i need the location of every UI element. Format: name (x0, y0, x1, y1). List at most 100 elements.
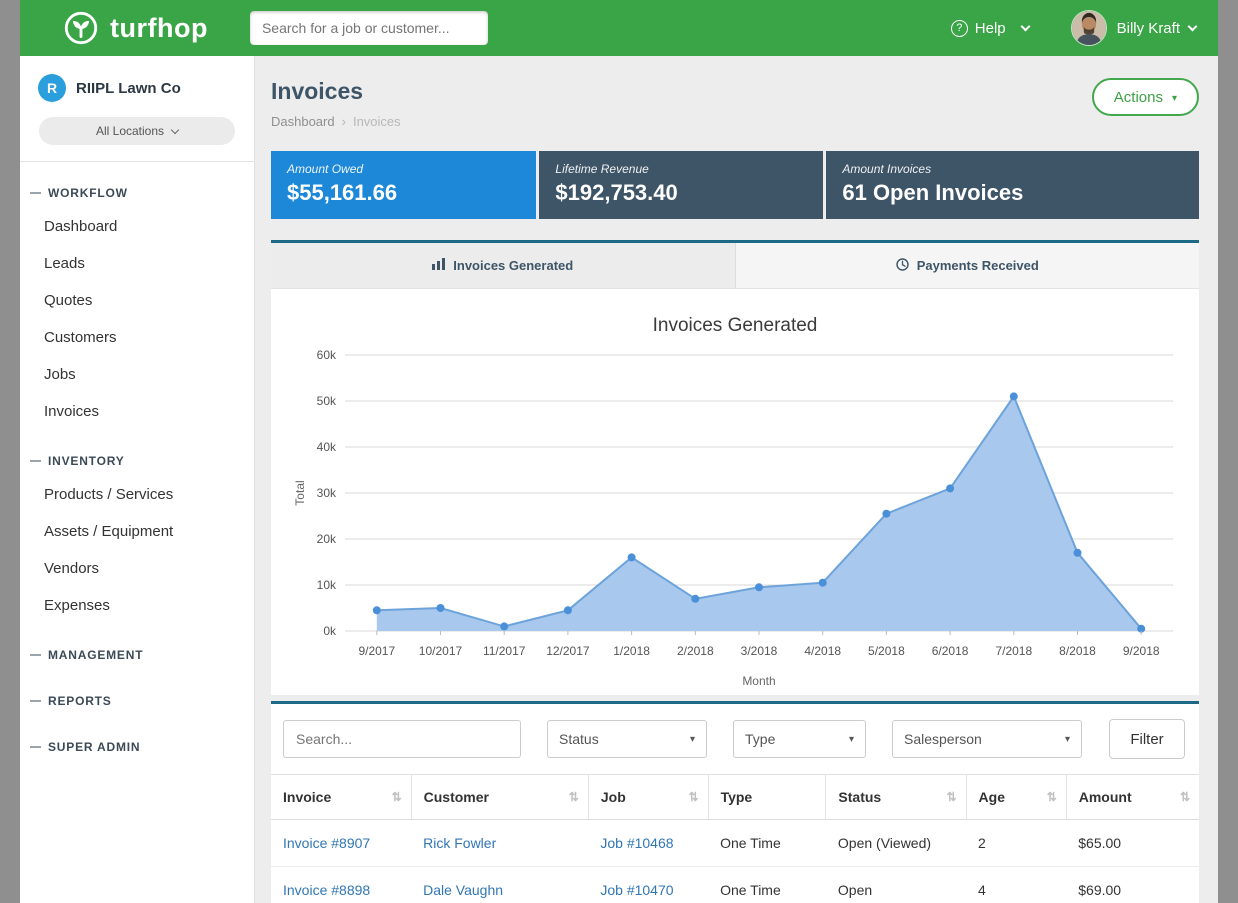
amount-cell: $69.00 (1066, 867, 1199, 903)
company-badge: R (38, 74, 66, 102)
table-body: Invoice #8907Rick FowlerJob #10468One Ti… (271, 820, 1199, 903)
breadcrumb-item-dashboard[interactable]: Dashboard (271, 114, 335, 129)
sidebar-item-products-services[interactable]: Products / Services (20, 476, 254, 513)
chevron-down-icon (171, 125, 179, 133)
table-search-input[interactable] (283, 720, 521, 758)
app-page: turfhop ? Help Billy Kraft (20, 0, 1218, 903)
location-selector[interactable]: All Locations (39, 117, 235, 145)
sort-icon[interactable]: ⇅ (569, 790, 579, 804)
global-search-input[interactable] (250, 11, 488, 45)
chart-card: Invoices Generated 0k10k20k30k40k50k60k9… (271, 289, 1199, 695)
sidebar-nav: WORKFLOWDashboardLeadsQuotesCustomersJob… (20, 176, 254, 762)
age-cell: 4 (966, 867, 1066, 903)
sort-icon[interactable]: ⇅ (1180, 790, 1190, 804)
svg-text:6/2018: 6/2018 (932, 644, 969, 658)
invoices-list-card: Status▾Type▾Salesperson▾ Filter Invoice⇅… (271, 701, 1199, 903)
topbar: turfhop ? Help Billy Kraft (20, 0, 1218, 56)
column-header-type[interactable]: Type (708, 775, 826, 820)
sidebar-item-invoices[interactable]: Invoices (20, 393, 254, 430)
company-header: R RIIPL Lawn Co (20, 56, 254, 102)
age-cell: 2 (966, 820, 1066, 867)
chevron-down-icon: ▾ (849, 734, 854, 745)
column-header-status[interactable]: Status ⇅ (826, 775, 966, 820)
section-dash-icon (30, 700, 41, 702)
logo-text: turfhop (110, 13, 208, 44)
column-header-amount[interactable]: Amount⇅ (1066, 775, 1199, 820)
chevron-down-icon[interactable] (1188, 21, 1198, 31)
stats-row: Amount Owed$55,161.66Lifetime Revenue$19… (271, 151, 1199, 219)
sidebar-section-label: INVENTORY (48, 454, 125, 468)
user-name[interactable]: Billy Kraft (1117, 20, 1180, 37)
help-menu[interactable]: ? Help (951, 20, 1029, 37)
filter-select-type[interactable]: Type▾ (733, 720, 866, 758)
type-cell: One Time (708, 867, 826, 903)
turfhop-logo[interactable]: turfhop (62, 9, 208, 47)
column-label: Job (601, 789, 626, 805)
svg-text:11/2017: 11/2017 (483, 644, 526, 658)
type-cell: One Time (708, 820, 826, 867)
sidebar-item-leads[interactable]: Leads (20, 245, 254, 282)
user-avatar[interactable] (1071, 10, 1107, 46)
company-name: RIIPL Lawn Co (76, 80, 181, 97)
sidebar-section-label: SUPER ADMIN (48, 740, 140, 754)
filter-select-salesperson[interactable]: Salesperson ▾ (892, 720, 1082, 758)
invoices-generated-chart: 0k10k20k30k40k50k60k9/201710/201711/2017… (291, 339, 1179, 691)
column-header-age[interactable]: Age⇅ (966, 775, 1066, 820)
chart-title: Invoices Generated (291, 315, 1179, 337)
svg-text:40k: 40k (317, 440, 337, 454)
job-cell[interactable]: Job #10468 (588, 820, 708, 867)
column-label: Status (838, 789, 881, 805)
tab-invoices-generated[interactable]: Invoices Generated (271, 243, 735, 288)
sidebar-section-workflow[interactable]: WORKFLOW (20, 176, 254, 208)
actions-label: Actions (1114, 89, 1163, 106)
chevron-down-icon: ▾ (1065, 734, 1070, 745)
stat-value: $192,753.40 (555, 180, 807, 206)
sidebar-item-quotes[interactable]: Quotes (20, 282, 254, 319)
help-icon: ? (951, 20, 968, 37)
sidebar-item-assets-equipment[interactable]: Assets / Equipment (20, 513, 254, 550)
filter-select-status[interactable]: Status▾ (547, 720, 707, 758)
filter-button[interactable]: Filter (1109, 719, 1185, 759)
svg-text:9/2017: 9/2017 (358, 644, 395, 658)
chevron-down-icon (1020, 21, 1030, 31)
sidebar-item-dashboard[interactable]: Dashboard (20, 208, 254, 245)
actions-button[interactable]: Actions ▾ (1092, 78, 1199, 116)
tab-label: Payments Received (917, 258, 1039, 273)
job-cell[interactable]: Job #10470 (588, 867, 708, 903)
stat-label: Amount Invoices (842, 162, 1183, 176)
tab-payments-received[interactable]: Payments Received (735, 243, 1200, 288)
sidebar-item-vendors[interactable]: Vendors (20, 550, 254, 587)
chevron-down-icon: ▾ (690, 734, 695, 745)
sort-icon[interactable]: ⇅ (946, 790, 956, 804)
avatar-image (1072, 11, 1106, 45)
sidebar-item-expenses[interactable]: Expenses (20, 587, 254, 624)
select-value: Salesperson (904, 731, 982, 747)
invoice-cell[interactable]: Invoice #8898 (271, 867, 411, 903)
table-row: Invoice #8907Rick FowlerJob #10468One Ti… (271, 820, 1199, 867)
sidebar-item-jobs[interactable]: Jobs (20, 356, 254, 393)
sidebar-section-inventory[interactable]: INVENTORY (20, 444, 254, 476)
sidebar-item-customers[interactable]: Customers (20, 319, 254, 356)
sidebar-section-reports[interactable]: REPORTS (20, 684, 254, 716)
sidebar-section-label: REPORTS (48, 694, 112, 708)
sidebar-section-super-admin[interactable]: SUPER ADMIN (20, 730, 254, 762)
svg-text:8/2018: 8/2018 (1059, 644, 1096, 658)
sort-icon[interactable]: ⇅ (689, 790, 699, 804)
invoices-table: Invoice⇅Customer⇅Job⇅TypeStatus⇅Age⇅Amou… (271, 774, 1199, 903)
sort-icon[interactable]: ⇅ (1047, 790, 1057, 804)
location-label: All Locations (96, 124, 164, 138)
filter-bar: Status▾ Type▾ Salesperson ▾ Filter (271, 704, 1199, 774)
column-header-job[interactable]: Job ⇅ (588, 775, 708, 820)
column-header-invoice[interactable]: Invoice⇅ (271, 775, 411, 820)
invoice-cell[interactable]: Invoice #8907 (271, 820, 411, 867)
stat-label: Lifetime Revenue (555, 162, 807, 176)
sidebar-divider (20, 161, 254, 162)
page-header: Invoices Dashboard›Invoices (271, 78, 401, 129)
customer-cell[interactable]: Dale Vaughn (411, 867, 588, 903)
sort-icon[interactable]: ⇅ (392, 790, 402, 804)
stat-value: $55,161.66 (287, 180, 520, 206)
customer-cell[interactable]: Rick Fowler (411, 820, 588, 867)
column-header-customer[interactable]: Customer⇅ (411, 775, 588, 820)
turfhop-logo-icon (62, 9, 100, 47)
sidebar-section-management[interactable]: MANAGEMENT (20, 638, 254, 670)
